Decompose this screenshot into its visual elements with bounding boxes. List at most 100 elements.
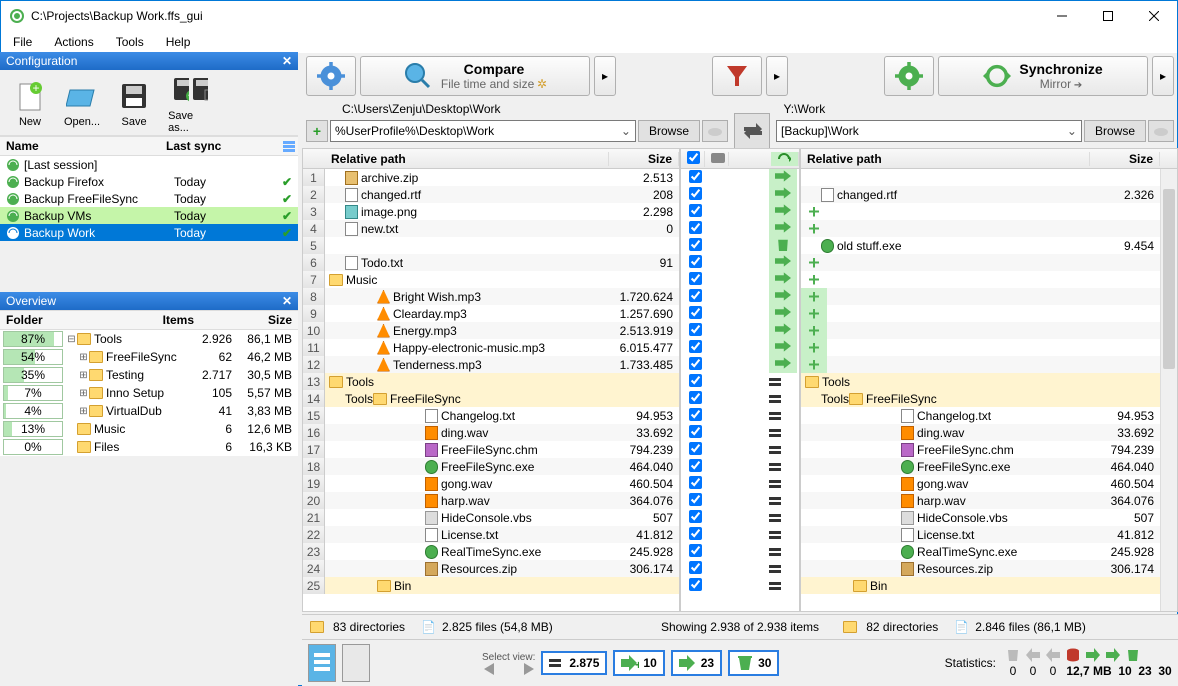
grid-row[interactable]: 6Todo.txt91 bbox=[303, 254, 679, 271]
action-row[interactable] bbox=[681, 458, 799, 475]
saveas-button[interactable]: Save as... bbox=[162, 70, 218, 136]
grid-row[interactable]: gong.wav460.504 bbox=[801, 475, 1177, 492]
action-row[interactable] bbox=[681, 186, 799, 203]
config-row[interactable]: Backup FreeFileSyncToday✔ bbox=[0, 190, 298, 207]
grid-row[interactable]: RealTimeSync.exe245.928 bbox=[801, 543, 1177, 560]
grid-row[interactable]: Resources.zip306.174 bbox=[801, 560, 1177, 577]
grid-row[interactable]: 20harp.wav364.076 bbox=[303, 492, 679, 509]
compare-settings-button[interactable] bbox=[306, 56, 356, 96]
grid-row[interactable] bbox=[801, 339, 1177, 356]
grid-row[interactable]: Bin bbox=[801, 577, 1177, 594]
grid-row[interactable] bbox=[801, 288, 1177, 305]
swap-button[interactable] bbox=[734, 113, 770, 149]
grid-row[interactable]: FreeFileSync.exe464.040 bbox=[801, 458, 1177, 475]
col-last-sync[interactable]: Last sync bbox=[160, 139, 276, 153]
filter-dropdown[interactable]: ▸ bbox=[766, 56, 788, 96]
menu-actions[interactable]: Actions bbox=[50, 33, 97, 51]
grid-row[interactable]: old stuff.exe9.454 bbox=[801, 237, 1177, 254]
grid-row[interactable]: 7Music bbox=[303, 271, 679, 288]
action-row[interactable] bbox=[681, 424, 799, 441]
overview-row[interactable]: 87%⊟Tools2.92686,1 MB bbox=[0, 330, 298, 348]
grid-row[interactable]: 22License.txt41.812 bbox=[303, 526, 679, 543]
grid-row[interactable]: FreeFileSync.chm794.239 bbox=[801, 441, 1177, 458]
grid-row[interactable] bbox=[801, 322, 1177, 339]
cloud-right-button[interactable] bbox=[1148, 120, 1174, 142]
view-equal-button[interactable]: 2.875 bbox=[541, 651, 607, 675]
grid-row[interactable] bbox=[801, 203, 1177, 220]
overview-row[interactable]: 4%⊞VirtualDub413,83 MB bbox=[0, 402, 298, 420]
browse-right-button[interactable]: Browse bbox=[1084, 120, 1146, 142]
view-toggle-2[interactable] bbox=[342, 644, 370, 682]
compare-button[interactable]: Compare File time and size ✲ bbox=[360, 56, 590, 96]
grid-row[interactable]: Tools FreeFileSync bbox=[801, 390, 1177, 407]
config-row[interactable]: Backup FirefoxToday✔ bbox=[0, 173, 298, 190]
grid-row[interactable] bbox=[801, 169, 1177, 186]
action-row[interactable] bbox=[681, 560, 799, 577]
grid-row[interactable]: 15Changelog.txt94.953 bbox=[303, 407, 679, 424]
grid-row[interactable]: harp.wav364.076 bbox=[801, 492, 1177, 509]
action-row[interactable] bbox=[681, 254, 799, 271]
view-toggle-1[interactable] bbox=[308, 644, 336, 682]
action-row[interactable] bbox=[681, 169, 799, 186]
overview-row[interactable]: 0%Files616,3 KB bbox=[0, 438, 298, 456]
menu-tools[interactable]: Tools bbox=[112, 33, 148, 51]
cloud-left-button[interactable] bbox=[702, 120, 728, 142]
overview-row[interactable]: 54%⊞FreeFileSync6246,2 MB bbox=[0, 348, 298, 366]
action-row[interactable] bbox=[681, 288, 799, 305]
select-all-checkbox[interactable] bbox=[687, 151, 700, 164]
action-row[interactable] bbox=[681, 390, 799, 407]
action-row[interactable] bbox=[681, 526, 799, 543]
grid-row[interactable]: Tools bbox=[801, 373, 1177, 390]
grid-row[interactable]: 4new.txt0 bbox=[303, 220, 679, 237]
grid-row[interactable]: License.txt41.812 bbox=[801, 526, 1177, 543]
overview-close-icon[interactable]: ✕ bbox=[282, 294, 292, 308]
grid-row[interactable] bbox=[801, 305, 1177, 322]
grid-row[interactable]: 19gong.wav460.504 bbox=[303, 475, 679, 492]
sync-col-icon[interactable] bbox=[777, 152, 791, 166]
chevron-down-icon[interactable]: ⌄ bbox=[1067, 124, 1077, 138]
overview-row[interactable]: 35%⊞Testing2.71730,5 MB bbox=[0, 366, 298, 384]
grid-row[interactable]: 24Resources.zip306.174 bbox=[303, 560, 679, 577]
grid-row[interactable]: 16ding.wav33.692 bbox=[303, 424, 679, 441]
view-delete-button[interactable]: 30 bbox=[728, 650, 779, 676]
grid-row[interactable]: 8Bright Wish.mp31.720.624 bbox=[303, 288, 679, 305]
menu-file[interactable]: File bbox=[9, 33, 36, 51]
grid-row[interactable]: 21HideConsole.vbs507 bbox=[303, 509, 679, 526]
grid-row[interactable]: 25Bin bbox=[303, 577, 679, 594]
view-create-button[interactable]: + 10 bbox=[613, 650, 664, 676]
add-pair-button[interactable]: + bbox=[306, 120, 328, 142]
compare-dropdown[interactable]: ▸ bbox=[594, 56, 616, 96]
open-button[interactable]: Open... bbox=[58, 76, 106, 130]
sync-dropdown[interactable]: ▸ bbox=[1152, 56, 1174, 96]
grid-row[interactable]: 10Energy.mp32.513.919 bbox=[303, 322, 679, 339]
grid-row[interactable]: 14Tools FreeFileSync bbox=[303, 390, 679, 407]
action-row[interactable] bbox=[681, 577, 799, 594]
grid-row[interactable]: 23RealTimeSync.exe245.928 bbox=[303, 543, 679, 560]
action-row[interactable] bbox=[681, 407, 799, 424]
col-size[interactable]: Size bbox=[200, 313, 298, 327]
sync-settings-button[interactable] bbox=[884, 56, 934, 96]
config-row[interactable]: Backup VMsToday✔ bbox=[0, 207, 298, 224]
overview-row[interactable]: 7%⊞Inno Setup1055,57 MB bbox=[0, 384, 298, 402]
chevron-down-icon[interactable]: ⌄ bbox=[621, 124, 631, 138]
grid-row[interactable]: Changelog.txt94.953 bbox=[801, 407, 1177, 424]
config-row[interactable]: Backup WorkToday✔ bbox=[0, 224, 298, 241]
synchronize-button[interactable]: Synchronize Mirror ➔ bbox=[938, 56, 1148, 96]
action-row[interactable] bbox=[681, 509, 799, 526]
action-row[interactable] bbox=[681, 441, 799, 458]
action-row[interactable] bbox=[681, 339, 799, 356]
grid-row[interactable]: 1archive.zip2.513 bbox=[303, 169, 679, 186]
config-close-icon[interactable]: ✕ bbox=[282, 54, 292, 68]
action-row[interactable] bbox=[681, 305, 799, 322]
action-row[interactable] bbox=[681, 543, 799, 560]
grid-row[interactable]: 13Tools bbox=[303, 373, 679, 390]
browse-left-button[interactable]: Browse bbox=[638, 120, 700, 142]
grid-row[interactable]: changed.rtf2.326 bbox=[801, 186, 1177, 203]
save-button[interactable]: Save bbox=[110, 76, 158, 130]
action-row[interactable] bbox=[681, 220, 799, 237]
col-relpath[interactable]: Relative path bbox=[801, 152, 1090, 166]
col-size[interactable]: Size bbox=[609, 152, 679, 166]
menu-help[interactable]: Help bbox=[162, 33, 195, 51]
col-size[interactable]: Size bbox=[1090, 152, 1160, 166]
grid-row[interactable]: 5 bbox=[303, 237, 679, 254]
